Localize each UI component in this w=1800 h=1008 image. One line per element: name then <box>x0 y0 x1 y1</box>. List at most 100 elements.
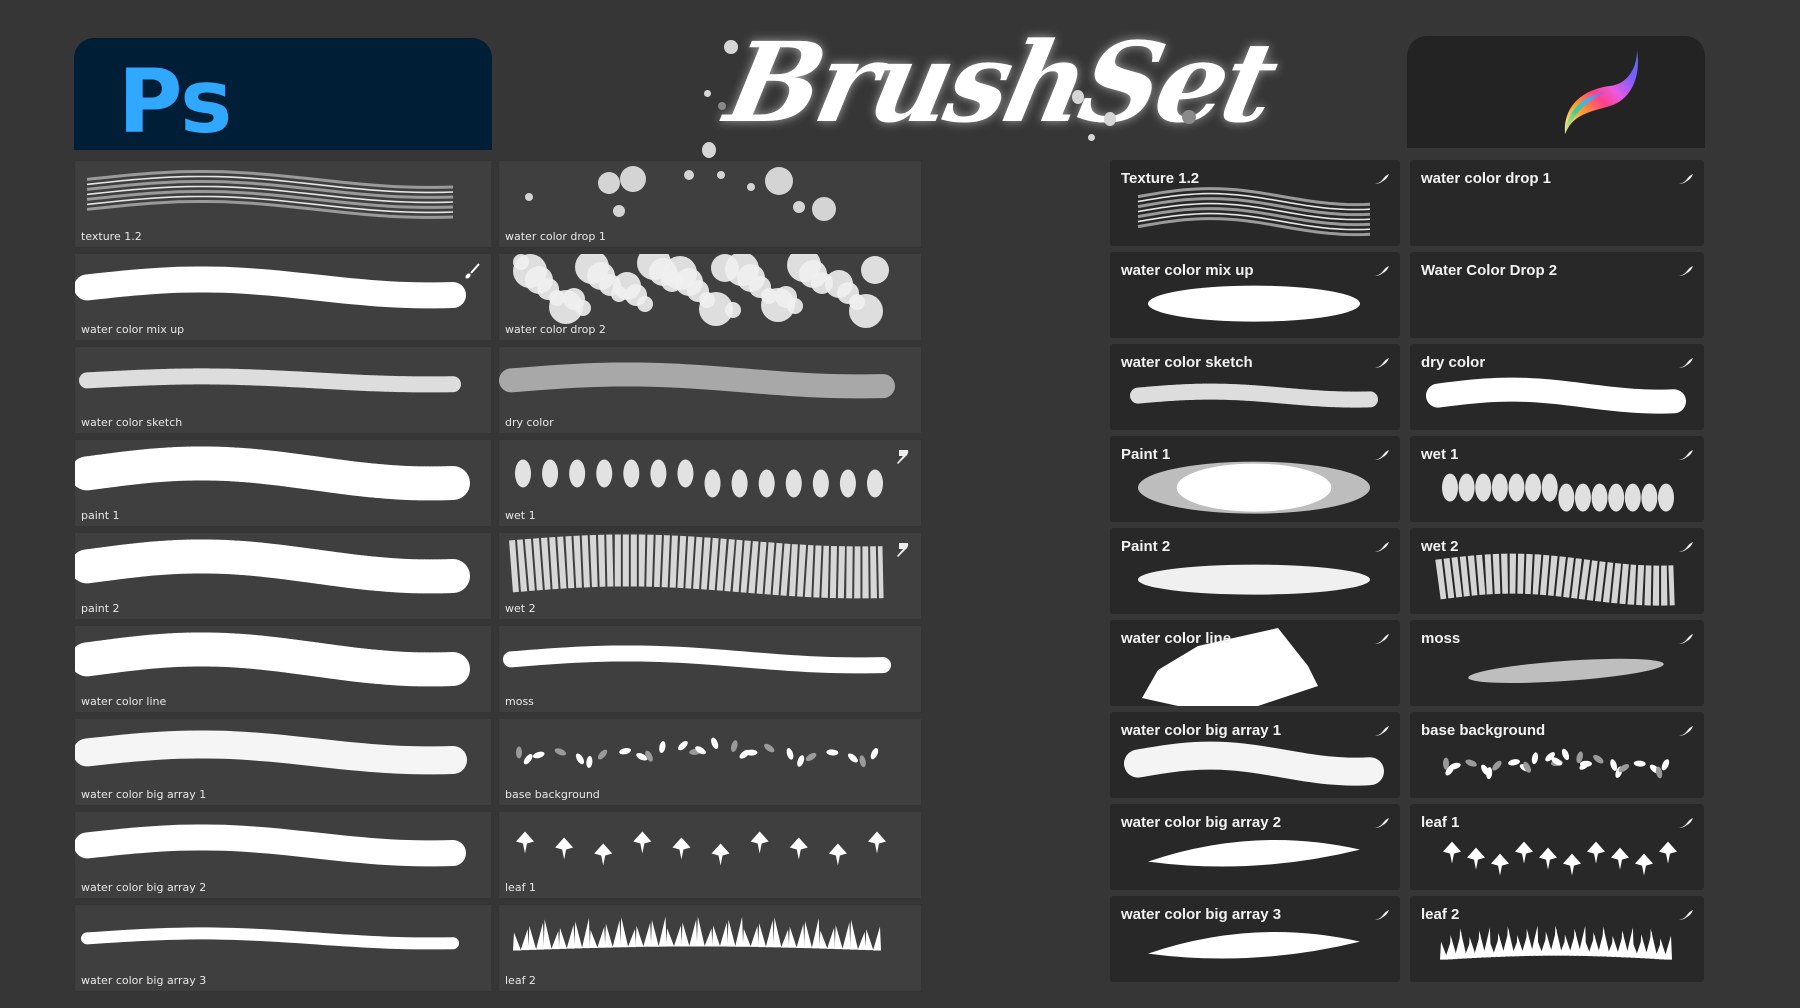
ink-splatter <box>724 40 738 54</box>
stroke-mark <box>75 539 470 594</box>
stroke-mark <box>1558 483 1575 512</box>
procreate-brush-item[interactable]: base background <box>1410 712 1704 798</box>
stroke-mark <box>849 294 883 328</box>
stroke-mark <box>659 741 666 754</box>
stroke-mark <box>658 916 667 947</box>
stroke-mark <box>1587 841 1605 864</box>
brush-stroke-icon <box>1374 356 1390 368</box>
stroke-mark <box>797 755 805 767</box>
stroke-mark <box>1633 760 1646 767</box>
stroke-mark <box>747 183 755 191</box>
photoshop-brush-item[interactable]: water color big array 2 <box>74 811 492 899</box>
brush-stroke-icon <box>1374 724 1390 736</box>
stroke-mark <box>868 831 886 854</box>
stroke-mark <box>1491 473 1508 502</box>
stroke-mark <box>689 919 698 947</box>
stroke-mark <box>597 926 606 948</box>
photoshop-brush-item[interactable]: base background <box>498 718 922 806</box>
stroke-mark <box>666 928 675 947</box>
photoshop-brush-item[interactable]: moss <box>498 625 922 713</box>
stroke-mark <box>764 743 775 753</box>
stroke-mark <box>1491 853 1509 876</box>
procreate-brush-item[interactable]: water color big array 2 <box>1110 804 1400 890</box>
procreate-brush-item[interactable]: Texture 1.2 <box>1110 160 1400 246</box>
ink-splatter <box>1088 134 1095 141</box>
stroke-mark <box>594 843 613 866</box>
stroke-mark <box>786 748 794 760</box>
stroke-mark <box>1138 564 1370 595</box>
photoshop-brush-item[interactable]: water color mix up <box>74 253 492 341</box>
photoshop-brush-item[interactable]: leaf 1 <box>498 811 922 899</box>
procreate-brush-item[interactable]: water color big array 1 <box>1110 712 1400 798</box>
stroke-mark <box>1661 759 1670 771</box>
stroke-mark <box>811 272 833 294</box>
stroke-mark <box>834 925 843 950</box>
stroke-mark <box>684 170 694 180</box>
stroke-mark <box>525 193 533 201</box>
stroke-mark <box>704 469 721 498</box>
photoshop-brush-item[interactable]: wet 1 <box>498 439 922 527</box>
photoshop-brush-item[interactable]: leaf 2 <box>498 904 922 992</box>
brush-stroke-preview <box>503 645 891 674</box>
stroke-mark <box>612 920 621 948</box>
stroke-mark <box>750 831 769 854</box>
stroke-mark <box>499 362 895 399</box>
stroke-mark <box>81 927 459 950</box>
photoshop-brush-item[interactable]: paint 2 <box>74 532 492 620</box>
title-text: BrushSet <box>716 18 1285 147</box>
stroke-mark <box>1624 483 1641 512</box>
brush-name: water color drop 1 <box>505 230 606 243</box>
procreate-brush-item[interactable]: water color drop 1 <box>1410 160 1704 246</box>
photoshop-brush-item[interactable]: water color drop 1 <box>498 160 922 248</box>
procreate-brush-item[interactable]: wet 1 <box>1410 436 1704 522</box>
photoshop-brush-item[interactable]: wet 2 <box>498 532 922 620</box>
stroke-mark <box>635 925 644 947</box>
stroke-mark <box>1435 553 1675 606</box>
ink-splatter <box>1072 90 1084 104</box>
stroke-mark <box>549 290 583 324</box>
photoshop-brush-item[interactable]: paint 1 <box>74 439 492 527</box>
stroke-mark <box>1574 483 1591 512</box>
stroke-mark <box>1658 483 1674 512</box>
stroke-mark <box>699 292 733 326</box>
stroke-mark <box>619 748 632 755</box>
photoshop-brush-item[interactable]: water color drop 2 <box>498 253 922 341</box>
procreate-brush-item[interactable]: moss <box>1410 620 1704 706</box>
stroke-mark <box>711 843 730 866</box>
procreate-brush-item[interactable]: Paint 1 <box>1110 436 1400 522</box>
photoshop-brush-item[interactable]: water color big array 3 <box>74 904 492 992</box>
stroke-mark <box>735 916 744 947</box>
procreate-brush-item[interactable]: water color sketch <box>1110 344 1400 430</box>
procreate-brush-item[interactable]: leaf 2 <box>1410 896 1704 982</box>
stroke-mark <box>761 288 795 322</box>
stroke-mark <box>1137 217 1371 237</box>
photoshop-brush-item[interactable]: dry color <box>498 346 922 434</box>
stroke-mark <box>75 824 466 867</box>
stroke-mark <box>1492 760 1502 771</box>
photoshop-brush-item[interactable]: water color sketch <box>74 346 492 434</box>
ink-splatter <box>1104 112 1116 126</box>
stroke-mark <box>1468 658 1664 683</box>
stroke-mark <box>805 752 817 762</box>
procreate-brush-item[interactable]: water color big array 3 <box>1110 896 1400 982</box>
procreate-brush-item[interactable]: water color mix up <box>1110 252 1400 338</box>
brush-name: water color mix up <box>1121 262 1254 279</box>
stroke-mark <box>543 919 552 950</box>
procreate-brush-item[interactable]: water color line <box>1110 620 1400 706</box>
stroke-mark <box>1608 483 1625 512</box>
stroke-mark <box>765 920 774 948</box>
procreate-brush-item[interactable]: Water Color Drop 2 <box>1410 252 1704 338</box>
procreate-brush-item[interactable]: dry color <box>1410 344 1704 430</box>
brush-stroke-icon <box>1374 632 1390 644</box>
brush-name: water color big array 2 <box>1121 814 1282 831</box>
photoshop-brush-item[interactable]: water color line <box>74 625 492 713</box>
stroke-mark <box>555 837 574 860</box>
photoshop-brush-item[interactable]: texture 1.2 <box>74 160 492 248</box>
brush-name: leaf 1 <box>505 881 536 894</box>
procreate-brush-item[interactable]: Paint 2 <box>1110 528 1400 614</box>
stroke-mark <box>516 831 534 854</box>
procreate-brush-item[interactable]: wet 2 <box>1410 528 1704 614</box>
procreate-brush-item[interactable]: leaf 1 <box>1410 804 1704 890</box>
stroke-mark <box>677 459 694 488</box>
photoshop-brush-item[interactable]: water color big array 1 <box>74 718 492 806</box>
